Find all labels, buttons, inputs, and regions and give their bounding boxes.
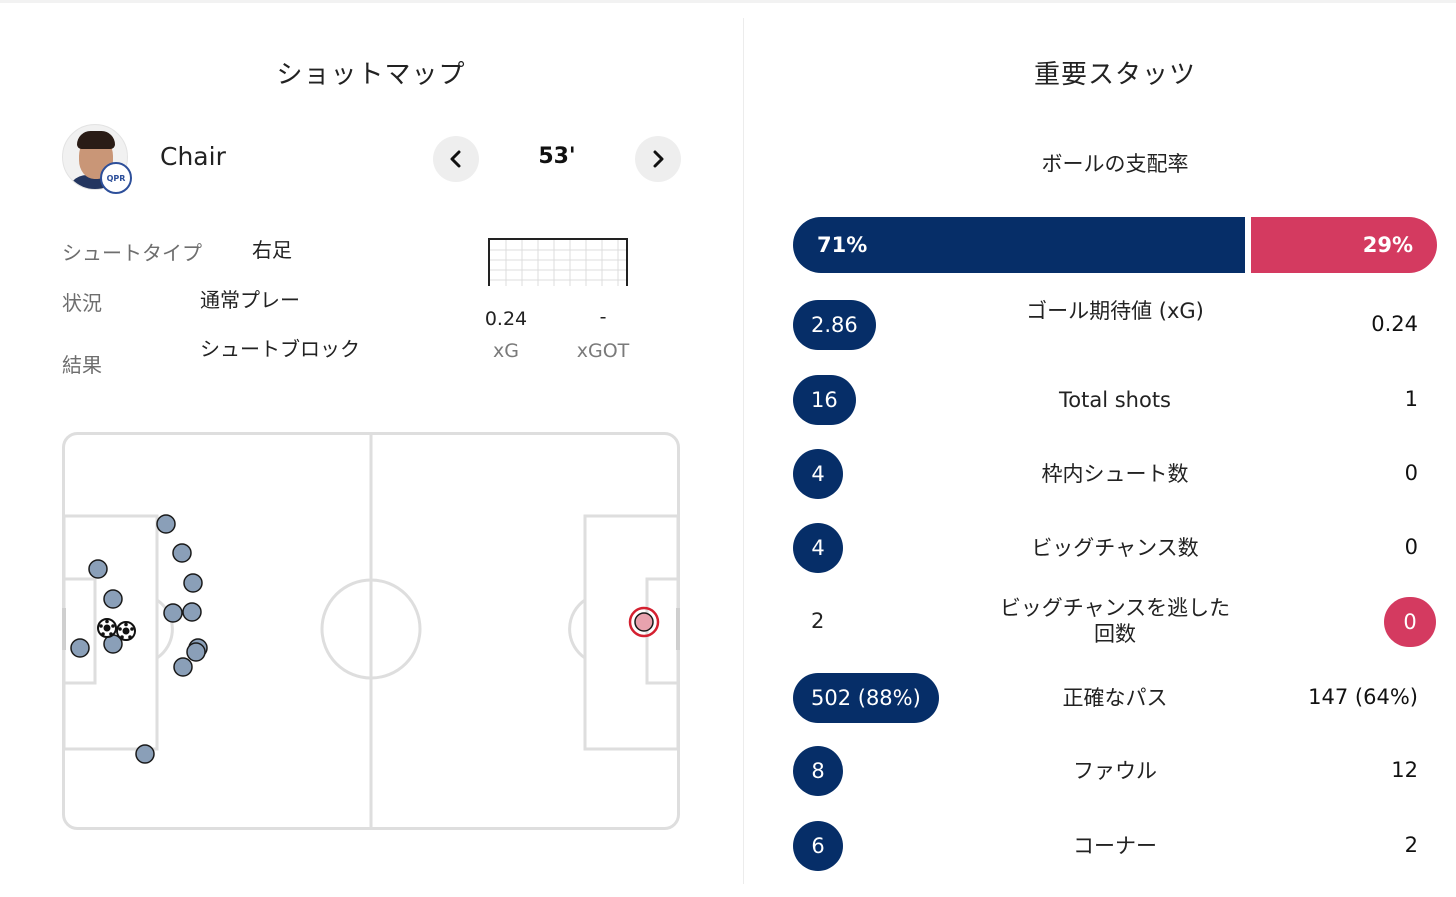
stat-home-value: 2.86 [793, 300, 876, 350]
shot-minute: 53' [538, 144, 576, 169]
chevron-right-icon [653, 150, 664, 168]
situation-value: 通常プレー [200, 288, 300, 312]
next-shot-button[interactable] [635, 136, 681, 182]
shot-marker [186, 642, 206, 662]
shot-marker [70, 638, 90, 658]
possession-home-value: 71% [817, 233, 868, 257]
xg-label: xG [493, 340, 519, 362]
goal-ball-icon [116, 621, 136, 641]
stat-name: ファウル [1073, 759, 1157, 783]
stat-home-value: 6 [793, 821, 843, 871]
shot-type-label: シュートタイプ [62, 241, 202, 265]
possession-home-bar: 71% [793, 217, 1245, 273]
stat-name: ビッグチャンス数 [1031, 536, 1199, 560]
stat-row-total-shots: 16 Total shots 1 [793, 375, 1438, 427]
stat-home-value: 8 [793, 746, 843, 796]
stat-row-big-chances-missed: 2 ビッグチャンスを逃した回数 0 [793, 596, 1438, 649]
possession-title: ボールの支配率 [1041, 152, 1189, 176]
chevron-left-icon [450, 150, 461, 168]
result-label: 結果 [62, 353, 102, 377]
stat-name: コーナー [1073, 834, 1157, 858]
shot-marker [88, 559, 108, 579]
right-goal-box [645, 577, 680, 685]
shot-marker [183, 573, 203, 593]
stat-away-value: 0 [1404, 461, 1418, 485]
selected-shot-marker [628, 606, 660, 638]
possession-away-bar: 29% [1251, 217, 1437, 273]
shot-marker [135, 744, 155, 764]
stat-away-value: 12 [1391, 758, 1418, 782]
stat-home-value: 16 [793, 375, 856, 425]
stats-title: 重要スタッツ [1033, 60, 1196, 90]
stat-away-value: 2 [1404, 833, 1418, 857]
stat-name: Total shots [1059, 388, 1171, 412]
stat-away-value: 0.24 [1371, 312, 1418, 336]
stat-name: ゴール期待値 (xG) [1026, 299, 1204, 323]
right-goal [676, 608, 680, 650]
shot-marker [182, 602, 202, 622]
panel-divider [743, 18, 744, 884]
stat-row-big-chances: 4 ビッグチャンス数 0 [793, 523, 1438, 575]
stat-row-xg: 2.86 ゴール期待値 (xG) 0.24 [793, 299, 1438, 352]
top-border [0, 0, 1456, 3]
goal-ball-icon [97, 618, 117, 638]
stat-home-value: 4 [793, 449, 843, 499]
player-selector: QPR Chair 53' [62, 124, 682, 194]
stat-row-accurate-passes: 502 (88%) 正確なパス 147 (64%) [793, 673, 1438, 725]
shot-type-value: 右足 [252, 238, 292, 262]
right-penalty-box [583, 514, 680, 751]
stat-away-value: 147 (64%) [1308, 685, 1418, 709]
left-goal-box [62, 577, 97, 685]
stat-row-fouls: 8 ファウル 12 [793, 746, 1438, 798]
stat-away-value: 0 [1384, 597, 1436, 647]
shot-marker [173, 657, 193, 677]
shot-marker [163, 603, 183, 623]
player-name: Chair [160, 142, 226, 171]
stat-home-value: 502 (88%) [793, 673, 939, 723]
situation-label: 状況 [62, 291, 102, 315]
right-penalty-arc [568, 598, 586, 660]
xgot-label: xGOT [576, 340, 630, 362]
shot-pitch-map [62, 432, 680, 830]
stat-name: 枠内シュート数 [1041, 462, 1189, 486]
stat-name: ビッグチャンスを逃した回数 [999, 596, 1231, 646]
stat-home-value: 4 [793, 523, 843, 573]
result-value: シュートブロック [200, 337, 360, 361]
left-goal [62, 608, 66, 650]
stat-away-value: 1 [1404, 387, 1418, 411]
stat-row-shots-on-target: 4 枠内シュート数 0 [793, 449, 1438, 501]
stat-name: 正確なパス [1062, 686, 1168, 710]
stat-away-value: 0 [1404, 535, 1418, 559]
shot-marker [103, 589, 123, 609]
shotmap-title: ショットマップ [276, 60, 466, 90]
xg-value: 0.24 [484, 308, 528, 330]
goal-frame-icon [488, 238, 628, 286]
previous-shot-button[interactable] [433, 136, 479, 182]
stat-row-corners: 6 コーナー 2 [793, 821, 1438, 873]
shot-marker [156, 514, 176, 534]
possession-away-value: 29% [1362, 233, 1413, 257]
club-badge-icon: QPR [100, 162, 132, 194]
stat-home-value: 2 [811, 609, 825, 633]
shot-marker [172, 543, 192, 563]
xgot-value: - [599, 306, 607, 328]
